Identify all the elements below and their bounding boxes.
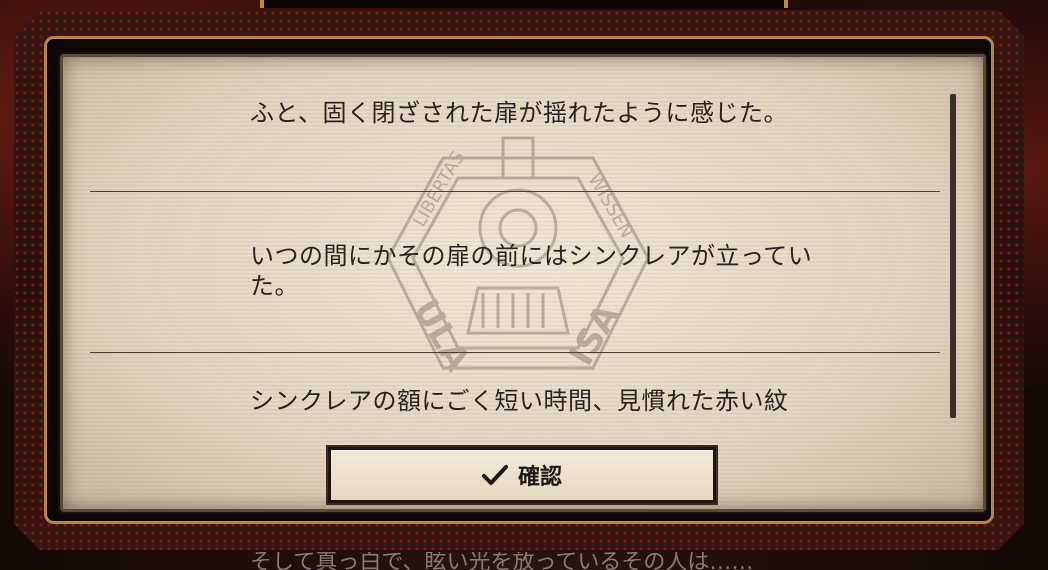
top-frame-strip bbox=[260, 0, 788, 8]
log-scroll-area[interactable]: ふと、固く閉ざされた扉が揺れたように感じた。 いつの間にかその扉の前にはシンクレ… bbox=[90, 74, 940, 418]
log-divider-2 bbox=[90, 352, 940, 353]
background-dialogue-text: そして真っ白で、眩い光を放っているその人は…… bbox=[250, 552, 754, 570]
confirm-button-label: 確認 bbox=[517, 465, 562, 490]
log-entry-2: いつの間にかその扉の前にはシンクレアが立っていた。 bbox=[250, 242, 813, 300]
check-icon bbox=[481, 465, 508, 485]
log-divider-1 bbox=[90, 191, 940, 192]
game-scene-background: LIBERTAS WISSEN ULA ISA ふと、固く閉ざされた扉が揺れたよ… bbox=[0, 0, 1048, 570]
scrollbar-thumb[interactable] bbox=[950, 94, 956, 418]
log-entry-1: ふと、固く閉ざされた扉が揺れたように感じた。 bbox=[250, 99, 789, 127]
log-entry-3: シンクレアの額にごく短い時間、見慣れた赤い紋 bbox=[250, 387, 789, 415]
confirm-button[interactable]: 確認 bbox=[328, 447, 716, 503]
